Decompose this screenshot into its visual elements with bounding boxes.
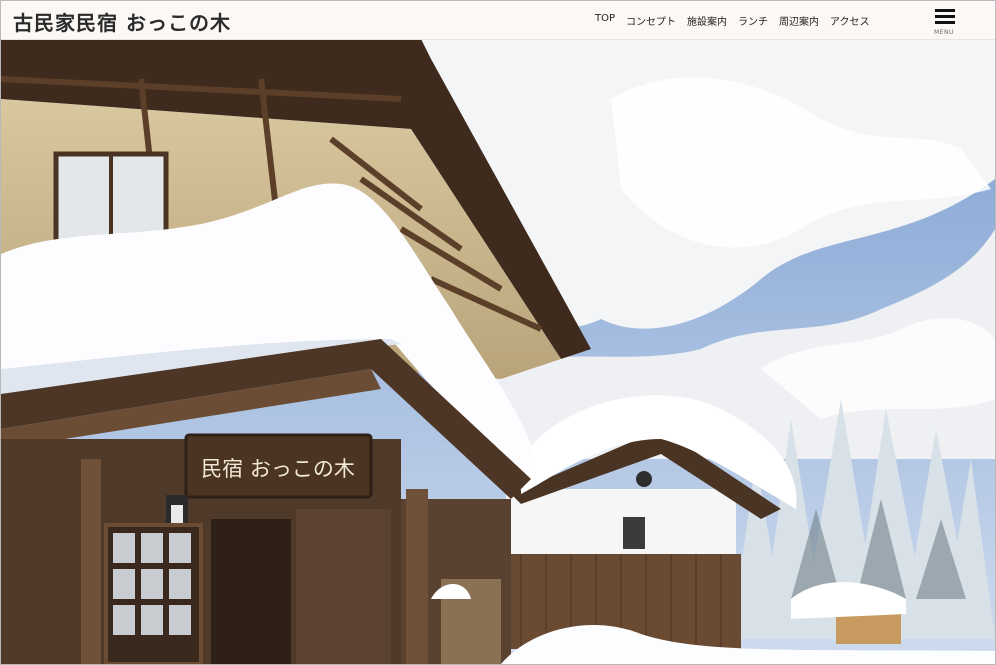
- nav-item-lunch[interactable]: ランチ: [738, 13, 768, 28]
- nav-item-top[interactable]: TOP: [595, 13, 615, 28]
- site-header: 古民家民宿 おっこの木 TOP コンセプト 施設案内 ランチ 周辺案内 アクセス…: [1, 1, 995, 40]
- browser-frame: 古民家民宿 おっこの木 TOP コンセプト 施設案内 ランチ 周辺案内 アクセス…: [0, 0, 996, 665]
- site-title[interactable]: 古民家民宿 おっこの木: [13, 7, 231, 36]
- menu-button[interactable]: MENU: [933, 9, 957, 37]
- nav-item-area-guide[interactable]: 周辺案内: [779, 13, 819, 28]
- main-nav: TOP コンセプト 施設案内 ランチ 周辺案内 アクセス: [595, 13, 870, 28]
- nav-item-facilities[interactable]: 施設案内: [687, 13, 727, 28]
- hamburger-icon: [935, 9, 955, 12]
- menu-label: MENU: [934, 29, 954, 36]
- hero-image: 民宿 おっこの木: [1, 39, 995, 664]
- nav-item-access[interactable]: アクセス: [830, 13, 870, 28]
- nav-item-concept[interactable]: コンセプト: [626, 13, 676, 28]
- signboard-text: 民宿 おっこの木: [201, 457, 355, 481]
